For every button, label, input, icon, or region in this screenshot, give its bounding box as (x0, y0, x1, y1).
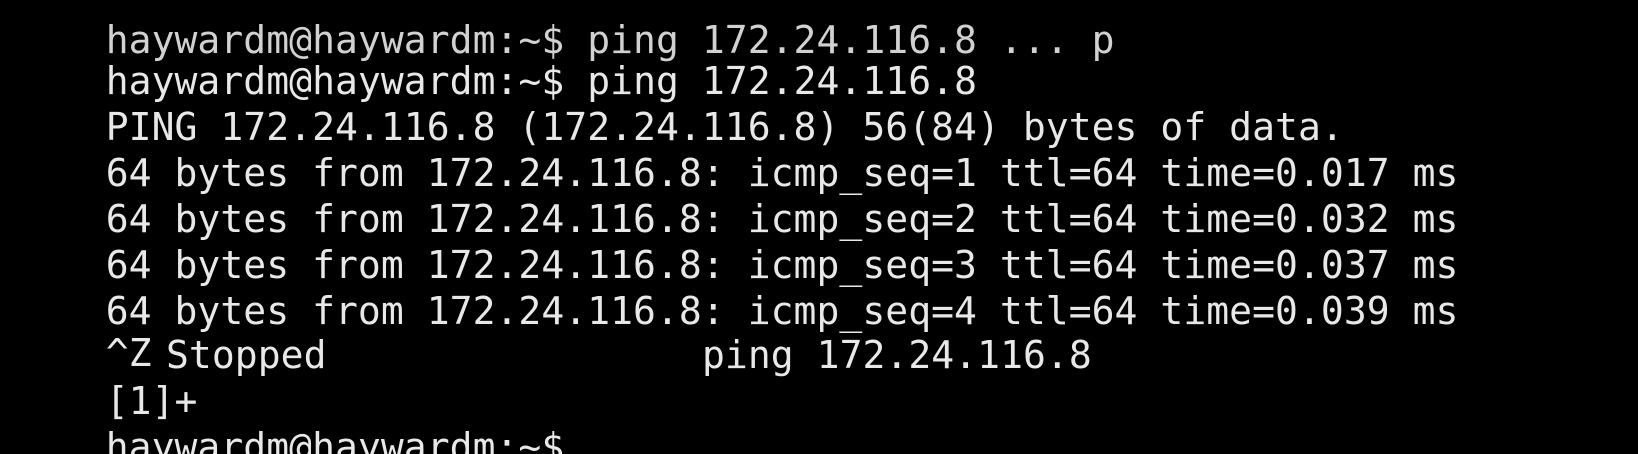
job-status: Stopped (166, 333, 327, 377)
ping-reply-line: 64 bytes from 172.24.116.8: icmp_seq=2 t… (14, 150, 1459, 241)
command-line: haywardm@haywardm:~$ ping 172.24.116.8 (14, 12, 977, 103)
ping-reply-line: 64 bytes from 172.24.116.8: icmp_seq=3 t… (14, 196, 1459, 287)
ping-header-line: PING 172.24.116.8 (172.24.116.8) 56(84) … (14, 58, 1344, 149)
ping-reply-line: 64 bytes from 172.24.116.8: icmp_seq=4 t… (14, 242, 1459, 333)
shell-prompt: haywardm@haywardm:~$ (105, 425, 565, 454)
ping-reply-text: 64 bytes from 172.24.116.8: icmp_seq=4 t… (105, 289, 1459, 333)
terminal-window[interactable]: haywardm@haywardm:~$ ping 172.24.116.8 .… (0, 0, 1638, 454)
job-command: ping 172.24.116.8 (702, 333, 1092, 377)
active-prompt-line[interactable]: haywardm@haywardm:~$ (14, 378, 611, 454)
ping-reply-line: 64 bytes from 172.24.116.8: icmp_seq=1 t… (14, 104, 1459, 195)
interrupt-line: ^Z (14, 284, 152, 375)
job-status-line: [1]+ Stopped ping 172.24.116.8 (14, 332, 1092, 423)
